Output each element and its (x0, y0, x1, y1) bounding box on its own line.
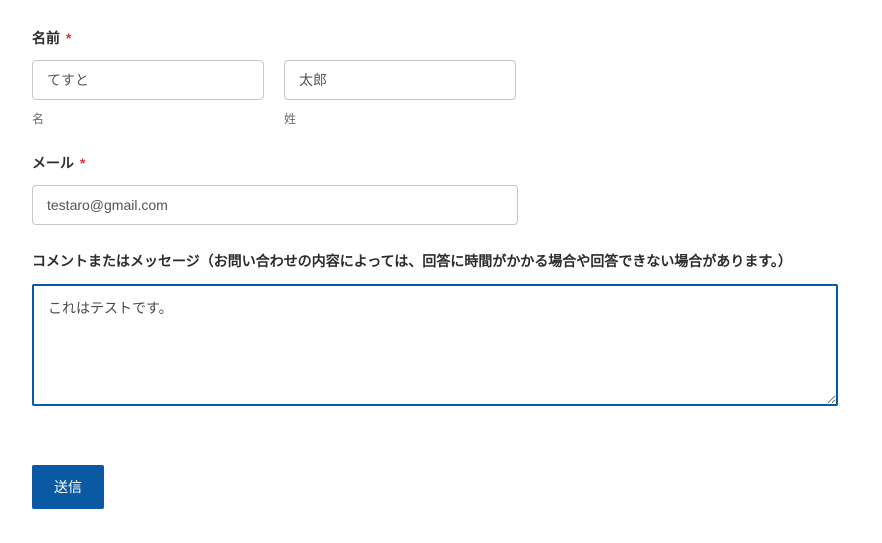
contact-form: 名前 * 名 姓 メール * コメントまたはメッセージ（お問い合わせの内容によっ… (32, 28, 850, 509)
required-mark: * (80, 155, 85, 171)
name-field-group: 名前 * 名 姓 (32, 28, 850, 127)
email-label-text: メール (32, 155, 74, 171)
last-name-sublabel: 姓 (284, 110, 516, 127)
message-field-group: コメントまたはメッセージ（お問い合わせの内容によっては、回答に時間がかかる場合や… (32, 251, 850, 411)
message-textarea[interactable] (32, 284, 838, 406)
name-label: 名前 * (32, 28, 850, 48)
email-label: メール * (32, 153, 850, 173)
last-name-input[interactable] (284, 60, 516, 100)
first-name-col: 名 (32, 60, 264, 127)
first-name-input[interactable] (32, 60, 264, 100)
last-name-col: 姓 (284, 60, 516, 127)
message-label: コメントまたはメッセージ（お問い合わせの内容によっては、回答に時間がかかる場合や… (32, 251, 838, 272)
first-name-sublabel: 名 (32, 110, 264, 127)
email-input[interactable] (32, 185, 518, 225)
name-label-text: 名前 (32, 30, 60, 46)
submit-button[interactable]: 送信 (32, 465, 104, 509)
name-row: 名 姓 (32, 60, 850, 127)
email-field-group: メール * (32, 153, 850, 225)
required-mark: * (66, 30, 71, 46)
